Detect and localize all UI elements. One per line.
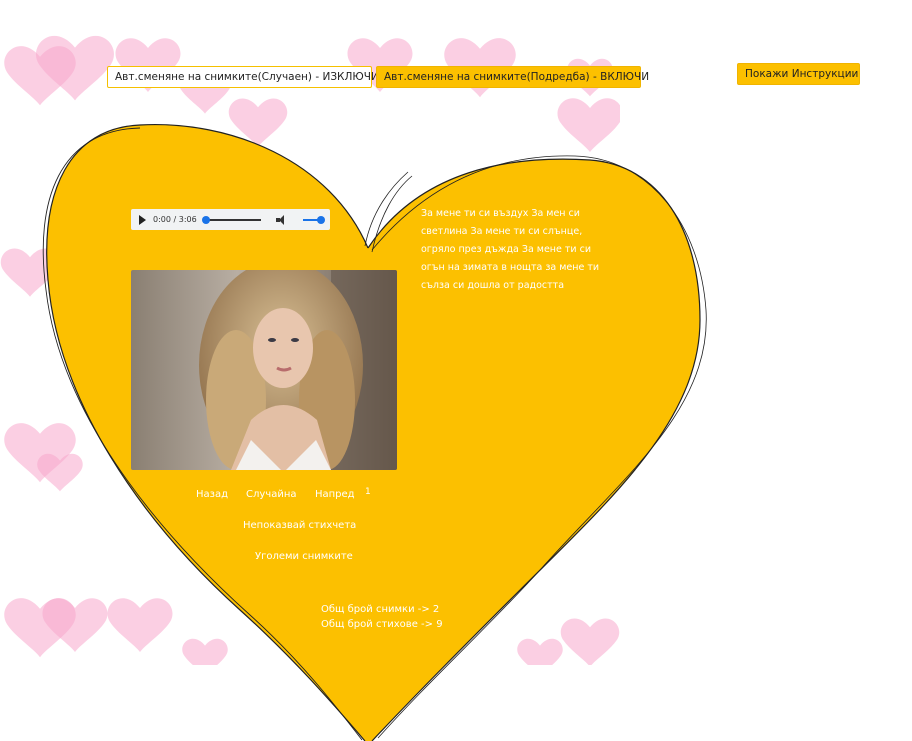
volume-icon[interactable] bbox=[275, 214, 288, 225]
show-instructions-button[interactable]: Покажи Инструкции bbox=[737, 63, 860, 85]
forward-link[interactable]: Напред bbox=[315, 489, 355, 500]
total-photos-count: Общ брой снимки -> 2 bbox=[321, 604, 440, 615]
progress-handle[interactable] bbox=[201, 215, 210, 224]
audio-progress-slider[interactable] bbox=[201, 215, 261, 224]
volume-handle[interactable] bbox=[316, 215, 325, 224]
total-poems-count: Общ брой стихове -> 9 bbox=[321, 619, 443, 630]
audio-player: 0:00 / 3:06 bbox=[131, 209, 330, 230]
audio-time: 0:00 / 3:06 bbox=[153, 215, 197, 224]
photo-index: 1 bbox=[365, 487, 371, 497]
ordered-auto-change-toggle-button[interactable]: Авт.сменяне на снимките(Подредба) - ВКЛЮ… bbox=[376, 66, 649, 88]
poem-text: За мене ти си въздух За мен си светлина … bbox=[421, 208, 600, 291]
random-photo-link[interactable]: Случайна bbox=[246, 489, 297, 500]
volume-slider[interactable] bbox=[302, 215, 325, 224]
hide-poems-link[interactable]: Непоказвай стихчета bbox=[243, 520, 356, 531]
woman-portrait-image bbox=[131, 270, 397, 470]
back-link[interactable]: Назад bbox=[196, 489, 228, 500]
slideshow-photo bbox=[131, 270, 397, 470]
enlarge-photos-link[interactable]: Уголеми снимките bbox=[255, 551, 353, 562]
random-auto-change-toggle-button[interactable]: Авт.сменяне на снимките(Случаен) - ИЗКЛЮ… bbox=[107, 66, 382, 88]
play-icon[interactable] bbox=[139, 214, 146, 225]
